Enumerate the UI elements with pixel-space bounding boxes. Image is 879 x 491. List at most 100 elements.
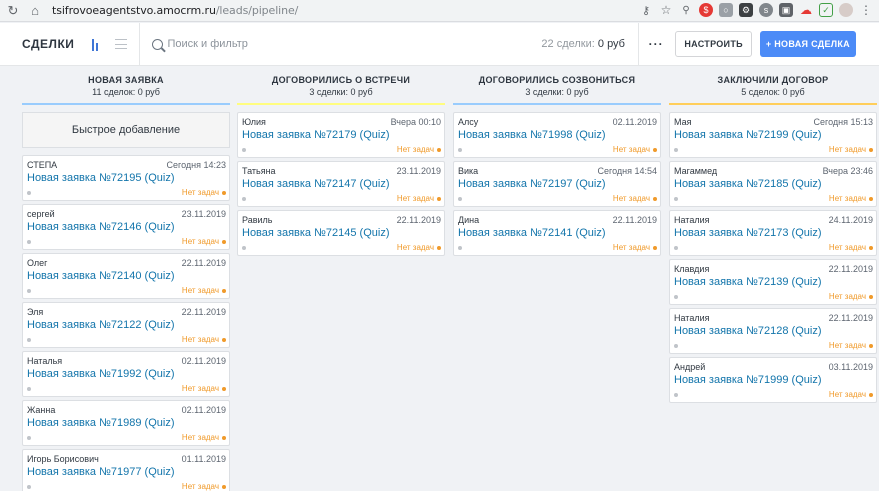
card-deal-link[interactable]: Новая заявка №72147 (Quiz) [242,178,441,190]
card-contact[interactable]: Жанна [27,405,55,415]
lead-card[interactable]: Наталия 22.11.2019 Новая заявка №72128 (Qu… [669,308,877,354]
home-icon[interactable]: ⌂ [26,2,44,20]
card-deal-link[interactable]: Новая заявка №72122 (Quiz) [27,319,226,331]
lead-card[interactable]: Игорь Борисович 01.11.2019 Новая заявка №7… [22,449,230,491]
extension-icon-gray[interactable]: ○ [719,3,733,17]
lead-card[interactable]: Вика Сегодня 14:54 Новая заявка №72197 (Qu… [453,161,661,207]
lead-card[interactable]: Андрей 03.11.2019 Новая заявка №71999 (Qui… [669,357,877,403]
task-status[interactable]: Нет задач [182,335,226,344]
card-contact[interactable]: Олег [27,258,47,268]
search-input[interactable]: Поиск и фильтр [151,38,542,50]
card-contact[interactable]: Алсу [458,117,478,127]
card-contact[interactable]: Дина [458,215,479,225]
cloud-icon[interactable]: ☁ [799,3,813,17]
card-contact[interactable]: Эля [27,307,43,317]
lead-card[interactable]: Мая Сегодня 15:13 Новая заявка №72199 (Qui… [669,112,877,158]
extension-icon-s[interactable]: s [759,3,773,17]
card-contact[interactable]: Клавдия [674,264,709,274]
lead-card[interactable]: Равиль 22.11.2019 Новая заявка №72145 (Qui… [237,210,445,256]
card-deal-link[interactable]: Новая заявка №71992 (Quiz) [27,368,226,380]
task-status[interactable]: Нет задач [829,390,873,399]
task-status[interactable]: Нет задач [613,194,657,203]
card-deal-link[interactable]: Новая заявка №71977 (Quiz) [27,466,226,478]
card-contact[interactable]: Андрей [674,362,705,372]
task-status[interactable]: Нет задач [829,145,873,154]
browser-menu-icon[interactable]: ⋮ [859,3,873,17]
lead-card[interactable]: Эля 22.11.2019 Новая заявка №72122 (Quiz) Н… [22,302,230,348]
card-deal-link[interactable]: Новая заявка №72139 (Quiz) [674,276,873,288]
lead-card[interactable]: Алсу 02.11.2019 Новая заявка №71998 (Quiz)… [453,112,661,158]
card-contact[interactable]: Равиль [242,215,272,225]
task-status[interactable]: Нет задач [182,286,226,295]
task-status[interactable]: Нет задач [397,243,441,252]
more-button[interactable]: ··· [637,22,673,66]
lead-card[interactable]: Дина 22.11.2019 Новая заявка №72141 (Quiz)… [453,210,661,256]
task-status[interactable]: Нет задач [182,433,226,442]
card-deal-link[interactable]: Новая заявка №72199 (Quiz) [674,129,873,141]
task-status[interactable]: Нет задач [829,194,873,203]
card-deal-link[interactable]: Новая заявка №72179 (Quiz) [242,129,441,141]
extension-icon-dark[interactable]: ⚙ [739,3,753,17]
lead-card[interactable]: сергей 23.11.2019 Новая заявка №72146 (Qui… [22,204,230,250]
address-bar[interactable]: tsifrovoeagentstvo.amocrm.ru/leads/pipel… [52,4,298,17]
card-deal-link[interactable]: Новая заявка №72140 (Quiz) [27,270,226,282]
new-deal-button[interactable]: + НОВАЯ СДЕЛКА [759,31,856,57]
lead-card[interactable]: СТЕПА Сегодня 14:23 Новая заявка №72195 (Q… [22,155,230,201]
card-deal-link[interactable]: Новая заявка №72197 (Quiz) [458,178,657,190]
quick-add-button[interactable]: Быстрое добавление [22,112,230,148]
lead-card[interactable]: Юлия Вчера 00:10 Новая заявка №72179 (Quiz… [237,112,445,158]
task-status[interactable]: Нет задач [829,341,873,350]
lead-card[interactable]: Магаммед Вчера 23:46 Новая заявка №72185 (… [669,161,877,207]
lead-card[interactable]: Жанна 02.11.2019 Новая заявка №71989 (Quiz… [22,400,230,446]
kanban-view-icon[interactable] [92,37,105,51]
settings-button[interactable]: НАСТРОИТЬ [675,31,752,57]
column-new: НОВАЯ ЗАЯВКА 11 сделок: 0 руб Быстрое до… [22,67,230,491]
task-status[interactable]: Нет задач [182,482,226,491]
card-contact[interactable]: Наталия [674,313,710,323]
card-contact[interactable]: Игорь Борисович [27,454,99,464]
task-status[interactable]: Нет задач [182,384,226,393]
task-status[interactable]: Нет задач [829,243,873,252]
search-extension-icon[interactable]: ⚲ [679,3,693,17]
card-deal-link[interactable]: Новая заявка №72185 (Quiz) [674,178,873,190]
task-status[interactable]: Нет задач [182,237,226,246]
lead-card[interactable]: Олег 22.11.2019 Новая заявка №72140 (Quiz)… [22,253,230,299]
card-deal-link[interactable]: Новая заявка №72173 (Quiz) [674,227,873,239]
card-deal-link[interactable]: Новая заявка №71989 (Quiz) [27,417,226,429]
task-status[interactable]: Нет задач [829,292,873,301]
card-deal-link[interactable]: Новая заявка №71998 (Quiz) [458,129,657,141]
card-contact[interactable]: СТЕПА [27,160,57,170]
lead-card[interactable]: Клавдия 22.11.2019 Новая заявка №72139 (Qu… [669,259,877,305]
task-status[interactable]: Нет задач [397,145,441,154]
card-contact[interactable]: Юлия [242,117,266,127]
card-contact[interactable]: Наталия [674,215,710,225]
task-status[interactable]: Нет задач [613,243,657,252]
card-contact[interactable]: Наталья [27,356,62,366]
extension-icon-box[interactable]: ▣ [779,3,793,17]
card-contact[interactable]: Татьяна [242,166,276,176]
tag-dot-icon [674,294,678,299]
card-contact[interactable]: сергей [27,209,55,219]
star-icon[interactable]: ☆ [659,3,673,17]
avatar[interactable] [839,3,853,17]
extension-icon-red[interactable]: $ [699,3,713,17]
key-icon[interactable]: ⚷ [639,3,653,17]
card-deal-link[interactable]: Новая заявка №71999 (Quiz) [674,374,873,386]
card-deal-link[interactable]: Новая заявка №72128 (Quiz) [674,325,873,337]
card-deal-link[interactable]: Новая заявка №72141 (Quiz) [458,227,657,239]
lead-card[interactable]: Наталия 24.11.2019 Новая заявка №72173 (Qu… [669,210,877,256]
card-deal-link[interactable]: Новая заявка №72146 (Quiz) [27,221,226,233]
task-status[interactable]: Нет задач [613,145,657,154]
card-deal-link[interactable]: Новая заявка №72145 (Quiz) [242,227,441,239]
list-view-icon[interactable] [115,39,127,49]
card-deal-link[interactable]: Новая заявка №72195 (Quiz) [27,172,226,184]
card-contact[interactable]: Магаммед [674,166,717,176]
extension-icon-green[interactable]: ✓ [819,3,833,17]
reload-icon[interactable]: ↻ [4,2,22,20]
task-status[interactable]: Нет задач [397,194,441,203]
lead-card[interactable]: Татьяна 23.11.2019 Новая заявка №72147 (Qu… [237,161,445,207]
card-contact[interactable]: Вика [458,166,478,176]
task-status[interactable]: Нет задач [182,188,226,197]
lead-card[interactable]: Наталья 02.11.2019 Новая заявка №71992 (Qu… [22,351,230,397]
card-contact[interactable]: Мая [674,117,691,127]
